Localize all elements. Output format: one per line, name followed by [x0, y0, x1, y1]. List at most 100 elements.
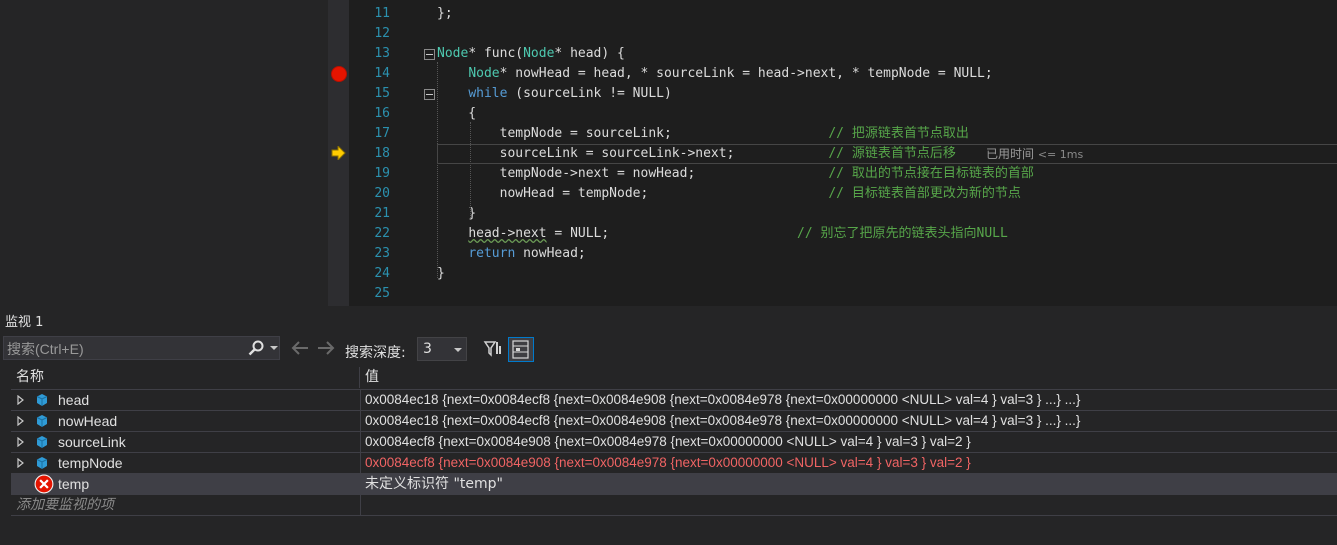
watch-add-cell[interactable]: 添加要监视的项 — [11, 495, 359, 515]
expand-arrow-icon[interactable] — [17, 395, 25, 405]
watch-name-cell[interactable]: tempNode — [11, 453, 359, 473]
line-number: 20 — [374, 186, 390, 201]
watch-value-cell[interactable]: 0x0084ec18 {next=0x0084ecf8 {next=0x0084… — [360, 411, 1337, 431]
code-editor[interactable]: 11 12 13 14 15 16 17 18 19 20 21 22 23 24 25 }; Node* f… — [0, 0, 1337, 306]
watch-var-name: head — [58, 392, 90, 408]
elapsed-time-hint: 已用时间 <= 1ms — [986, 144, 1083, 165]
line-number: 13 — [374, 46, 390, 61]
watch-var-value-changed: 0x0084ecf8 {next=0x0084e908 {next=0x0084… — [365, 455, 971, 470]
code-token: while — [468, 86, 508, 101]
code-line[interactable]: Node* nowHead = head, * sourceLink = hea… — [437, 64, 993, 84]
code-line[interactable]: } — [437, 264, 445, 284]
collapse-while-icon[interactable] — [424, 89, 435, 100]
line-number: 17 — [374, 126, 390, 141]
watch-name-cell[interactable]: temp — [11, 474, 359, 494]
watch-window-title[interactable]: 监视 1 — [5, 311, 43, 330]
code-line[interactable]: tempNode = sourceLink; // 把源链表首节点取出 — [437, 124, 969, 144]
watch-search-box[interactable] — [3, 336, 280, 360]
tabular-view-button[interactable] — [508, 337, 534, 362]
watch-var-name: temp — [58, 476, 90, 492]
watch-name-cell[interactable]: sourceLink — [11, 432, 359, 452]
line-number: 24 — [374, 266, 390, 281]
code-token: Node — [523, 46, 555, 61]
code-token: // 别忘了把原先的链表头指向NULL — [797, 226, 1008, 241]
watch-row-temp[interactable]: temp 未定义标识符 "temp" — [11, 473, 1337, 494]
watch-name-cell[interactable]: head — [11, 390, 359, 410]
line-number: 15 — [374, 86, 390, 101]
code-token: tempNode = sourceLink; — [437, 126, 829, 141]
code-line[interactable]: while (sourceLink != NULL) — [437, 84, 672, 104]
code-line[interactable]: { — [437, 104, 476, 124]
watch-value-cell[interactable]: 0x0084ecf8 {next=0x0084e908 {next=0x0084… — [360, 432, 1337, 452]
line-number: 22 — [374, 226, 390, 241]
indent-guide — [470, 122, 471, 218]
watch-value-cell[interactable]: 0x0084ecf8 {next=0x0084e908 {next=0x0084… — [360, 453, 1337, 473]
code-token: * head) { — [554, 46, 625, 61]
column-header-name-label: 名称 — [16, 369, 44, 385]
code-token: head->next — [468, 226, 547, 241]
line-number: 23 — [374, 246, 390, 261]
code-token: * nowHead = head, * sourceLink = head->n… — [499, 66, 993, 81]
chevron-down-icon — [454, 348, 462, 352]
pin-filter-icon[interactable] — [482, 338, 504, 360]
code-line[interactable]: tempNode->next = nowHead; // 取出的节点接在目标链表… — [437, 164, 1034, 184]
watch-row-head[interactable]: head 0x0084ec18 {next=0x0084ecf8 {next=0… — [11, 389, 1337, 410]
search-depth-value: 3 — [423, 341, 432, 357]
watch-var-name: tempNode — [58, 455, 123, 471]
watch-row-nowHead[interactable]: nowHead 0x0084ec18 {next=0x0084ecf8 {nex… — [11, 410, 1337, 431]
collapse-func-icon[interactable] — [424, 49, 435, 60]
code-token: nowHead = tempNode; — [437, 186, 829, 201]
line-number: 21 — [374, 206, 390, 221]
watch-var-name: nowHead — [58, 413, 118, 429]
column-header-name[interactable]: 名称 — [16, 367, 356, 388]
elapsed-time-label: 已用时间 — [986, 147, 1035, 161]
variable-cube-icon — [36, 415, 48, 427]
code-line[interactable]: }; — [437, 4, 453, 24]
watch-row-sourceLink[interactable]: sourceLink 0x0084ecf8 {next=0x0084e908 {… — [11, 431, 1337, 452]
watch-grid: 名称 值 head 0x0084ec18 {next=0x0084ecf8 {n… — [11, 367, 1337, 519]
watch-add-row[interactable]: 添加要监视的项 — [11, 494, 1337, 516]
code-token: return — [468, 246, 516, 261]
chevron-down-icon[interactable] — [268, 341, 280, 355]
current-line-highlight — [437, 144, 1337, 164]
line-number: 11 — [374, 6, 390, 21]
add-watch-hint[interactable]: 添加要监视的项 — [16, 495, 114, 515]
expand-arrow-icon[interactable] — [17, 458, 25, 468]
breakpoint-icon[interactable] — [331, 66, 347, 82]
watch-row-tempNode[interactable]: tempNode 0x0084ecf8 {next=0x0084e908 {ne… — [11, 452, 1337, 473]
column-header-value[interactable]: 值 — [365, 367, 1335, 388]
search-forward-arrow-icon[interactable] — [316, 339, 336, 357]
watch-value-cell[interactable]: 未定义标识符 "temp" — [360, 474, 1337, 494]
code-token: * func( — [468, 46, 524, 61]
code-token: // 目标链表首部更改为新的节点 — [828, 186, 1021, 201]
code-line[interactable]: nowHead = tempNode; // 目标链表首部更改为新的节点 — [437, 184, 1021, 204]
search-input[interactable] — [7, 339, 243, 358]
line-number: 18 — [374, 146, 390, 161]
expand-arrow-icon[interactable] — [17, 437, 25, 447]
code-token: nowHead; — [515, 246, 586, 261]
code-line[interactable]: Node* func(Node* head) { — [437, 44, 625, 64]
code-token: // 把源链表首节点取出 — [828, 126, 969, 141]
tab-grid-icon — [512, 340, 529, 359]
variable-cube-icon — [36, 394, 48, 406]
expand-arrow-icon[interactable] — [17, 416, 25, 426]
code-token: (sourceLink != NULL) — [507, 86, 672, 101]
search-icon[interactable] — [247, 339, 265, 357]
watch-name-cell[interactable]: nowHead — [11, 411, 359, 431]
line-number: 12 — [374, 26, 390, 41]
watch-value-cell[interactable]: 0x0084ec18 {next=0x0084ecf8 {next=0x0084… — [360, 390, 1337, 410]
code-token: // 取出的节点接在目标链表的首部 — [828, 166, 1034, 181]
search-depth-select[interactable]: 3 — [417, 337, 467, 361]
error-icon — [34, 474, 54, 494]
code-line[interactable]: return nowHead; — [437, 244, 586, 264]
column-divider[interactable] — [359, 367, 360, 388]
code-line[interactable]: head->next = NULL; // 别忘了把原先的链表头指向NULL — [437, 224, 1008, 244]
line-number: 14 — [374, 66, 390, 81]
code-token: = NULL; — [546, 226, 798, 241]
search-back-arrow-icon[interactable] — [290, 339, 310, 357]
watch-var-name: sourceLink — [58, 434, 126, 450]
